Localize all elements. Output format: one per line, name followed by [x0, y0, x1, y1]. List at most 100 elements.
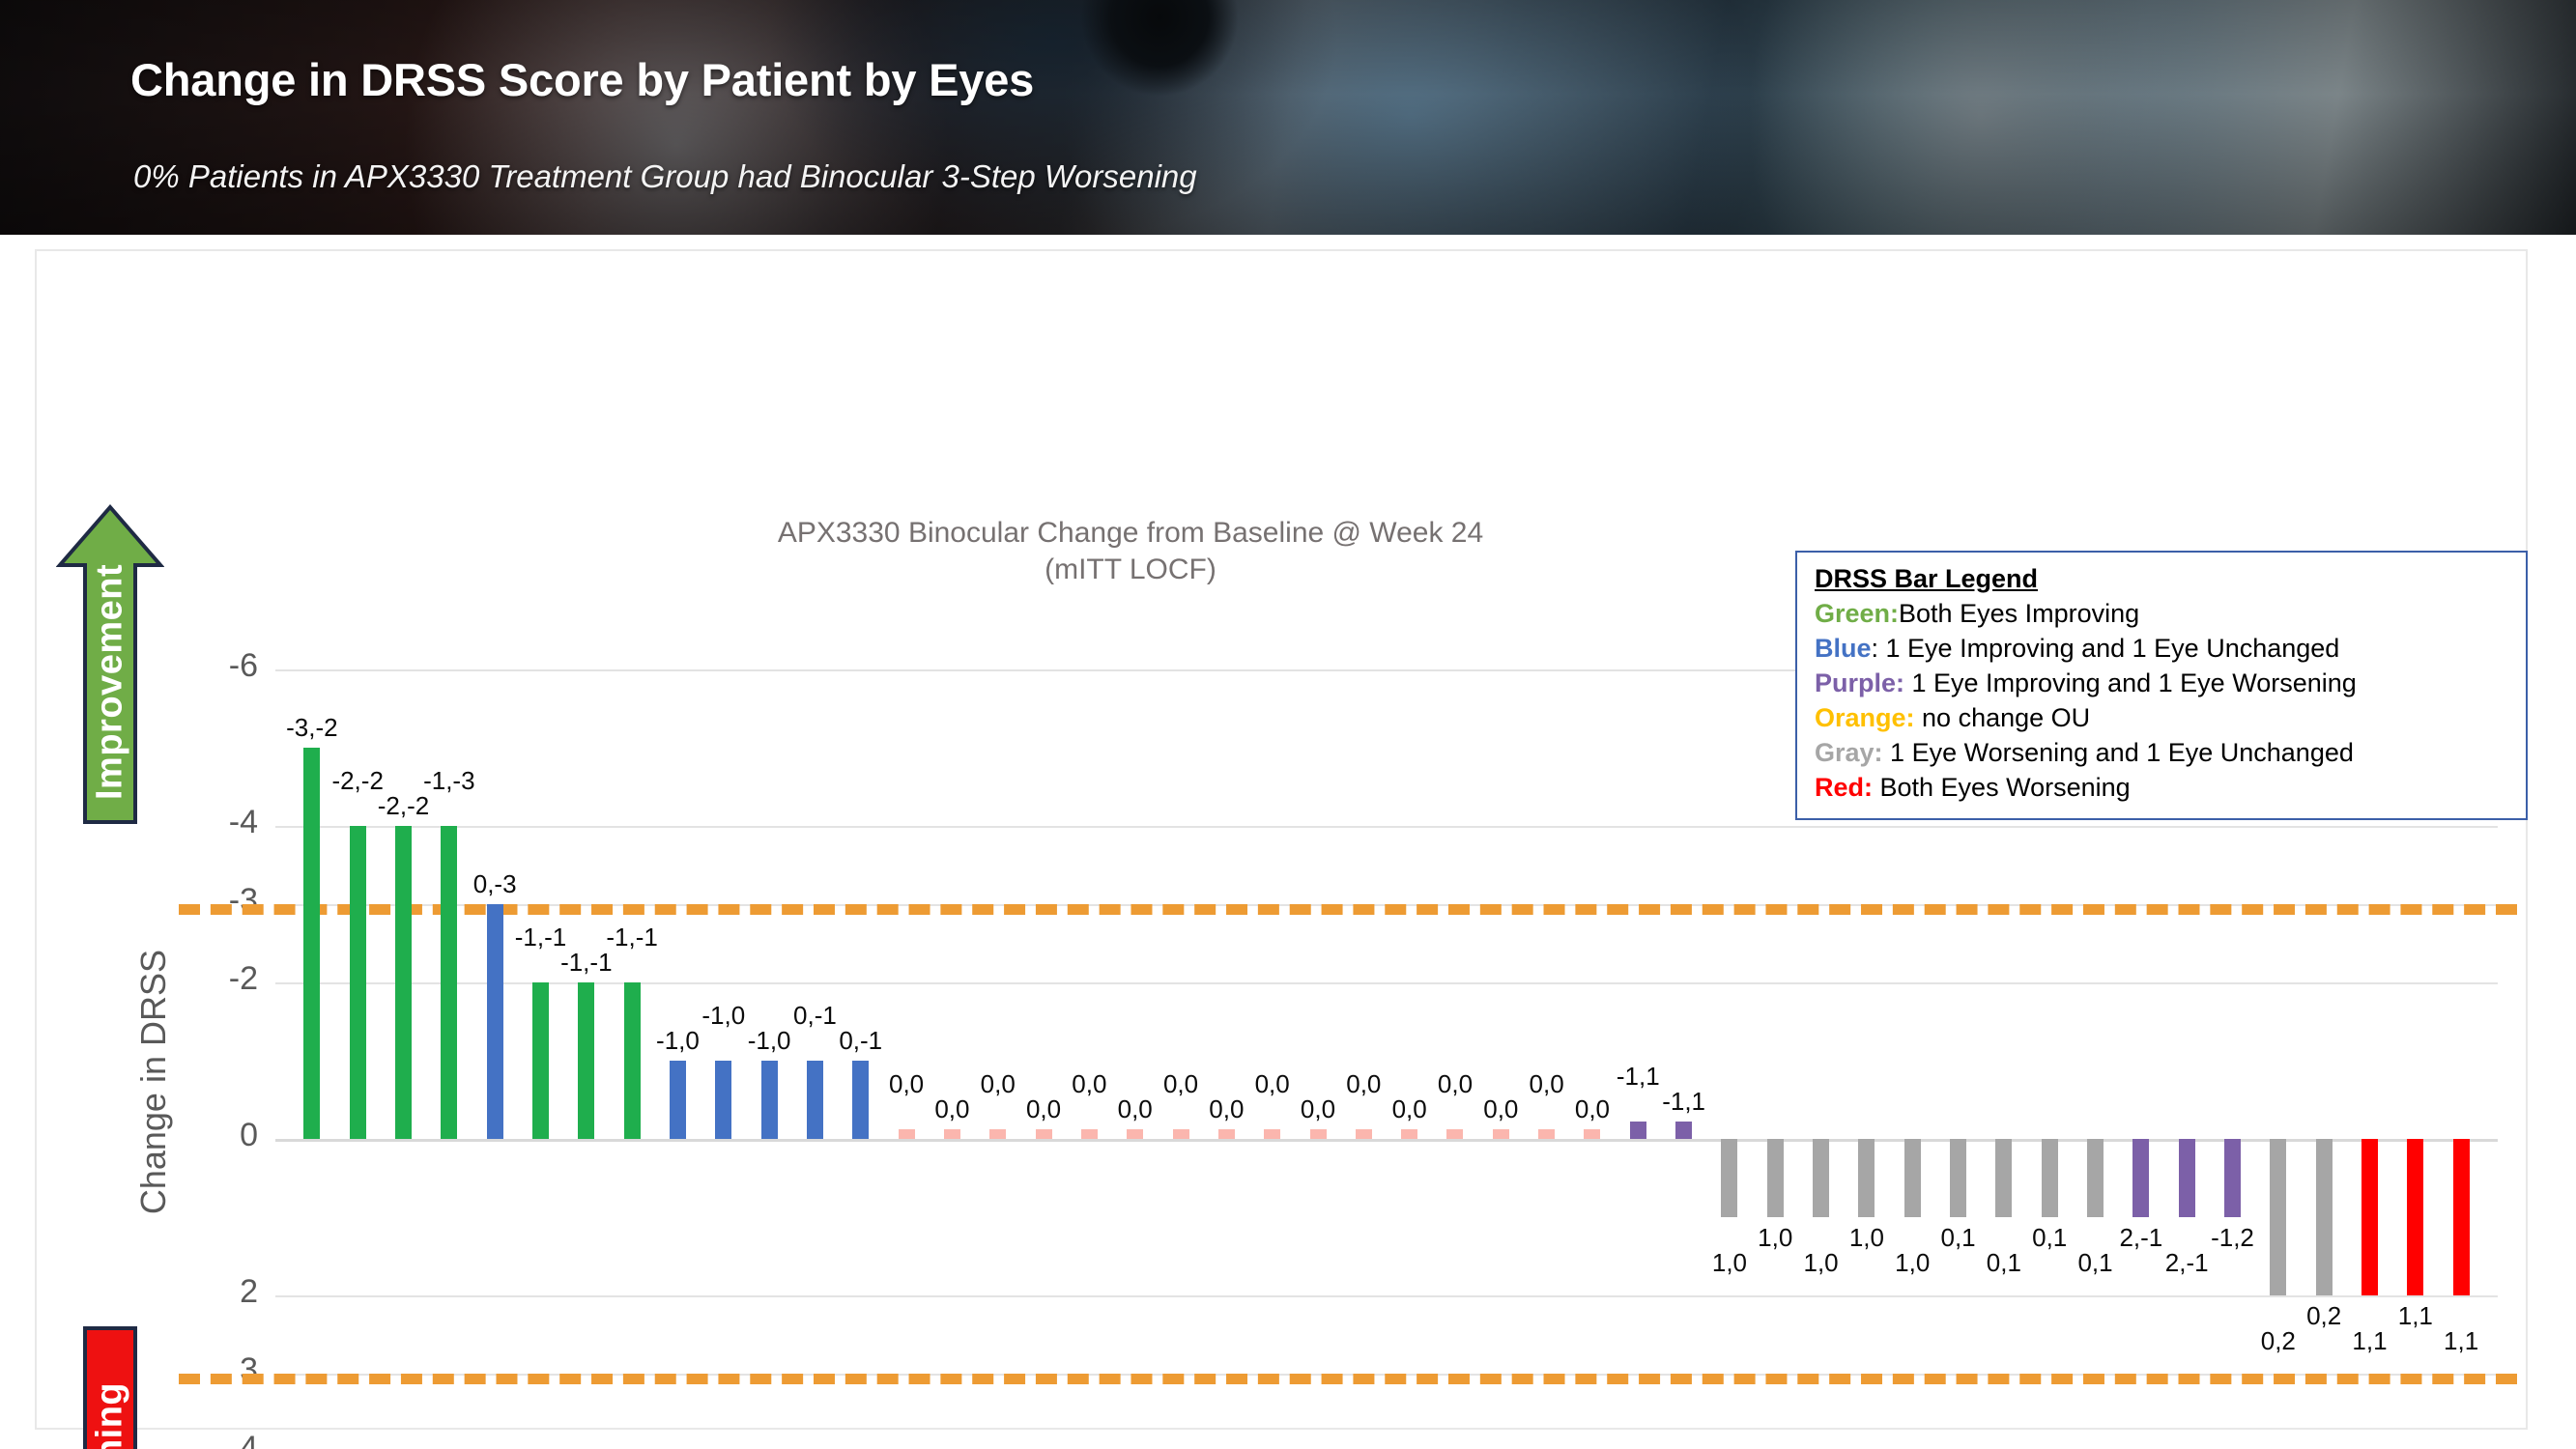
bar-value-label: -1,0	[747, 1026, 791, 1055]
chart-title-line2: (mITT LOCF)	[1045, 554, 1216, 586]
bar-value-label: 2,-1	[2164, 1248, 2209, 1277]
reference-line	[179, 904, 2517, 915]
chart-bar	[1721, 1139, 1738, 1217]
chart-bar	[2087, 1139, 2104, 1217]
bar-value-label: -1,-1	[560, 948, 613, 977]
chart-title: APX3330 Binocular Change from Baseline @…	[676, 515, 1585, 589]
chart-bar	[2224, 1139, 2241, 1217]
legend-title: DRSS Bar Legend	[1815, 564, 2039, 593]
chart-bar	[1264, 1129, 1281, 1139]
bar-value-label: 0,-1	[793, 1001, 837, 1030]
chart-bar	[1309, 1129, 1327, 1139]
bar-value-label: 0,-1	[839, 1026, 883, 1055]
slide-body: Improvement Worsening Change in DRSS APX…	[0, 235, 2576, 1449]
chart-bar	[2041, 1139, 2058, 1217]
chart-bar	[2315, 1139, 2333, 1295]
bar-value-label: -3,-2	[286, 713, 338, 742]
header-banner: Change in DRSS Score by Patient by Eyes …	[0, 0, 2576, 235]
bar-value-label: 1,1	[2352, 1326, 2388, 1355]
bar-value-label: 1,0	[1848, 1223, 1884, 1252]
chart-bar	[1584, 1129, 1601, 1139]
chart-bar	[2270, 1139, 2287, 1295]
bar-value-label: -1,0	[656, 1026, 700, 1055]
chart-bar	[852, 1061, 870, 1139]
bar-value-label: 2,-1	[2119, 1223, 2163, 1252]
bar-value-label: 0,0	[1254, 1069, 1290, 1099]
legend-color-key: Gray:	[1815, 737, 1883, 767]
page-subtitle: 0% Patients in APX3330 Treatment Group h…	[133, 158, 1197, 194]
chart-bar	[1401, 1129, 1418, 1139]
bar-value-label: 0,1	[1986, 1248, 2021, 1277]
chart-bar	[441, 826, 458, 1139]
chart-bar	[2407, 1139, 2424, 1295]
chart-bar	[303, 748, 321, 1139]
chart-bar	[2132, 1139, 2150, 1217]
y-axis-tick-label: 2	[240, 1273, 258, 1310]
chart-bar	[715, 1061, 732, 1139]
bar-value-label: 1,0	[1803, 1248, 1839, 1277]
chart-bar	[2361, 1139, 2378, 1295]
bar-value-label: 0,0	[1209, 1094, 1245, 1124]
bar-value-label: 0,0	[934, 1094, 970, 1124]
bar-value-label: 0,2	[2306, 1301, 2342, 1330]
bar-value-label: 1,0	[1758, 1223, 1793, 1252]
legend-row-text: 1 Eye Worsening and 1 Eye Unchanged	[1882, 737, 2354, 767]
reference-line	[179, 1374, 2517, 1384]
bar-value-label: 0,0	[889, 1069, 925, 1099]
chart-bar	[1217, 1129, 1235, 1139]
legend-color-key: Red:	[1815, 772, 1873, 802]
chart-bar	[486, 904, 503, 1139]
chart-bar	[1813, 1139, 1830, 1217]
drss-bar-legend: DRSS Bar Legend Green:Both Eyes Improvin…	[1795, 551, 2528, 821]
legend-color-key: Orange:	[1815, 702, 1915, 732]
legend-row: Purple: 1 Eye Improving and 1 Eye Worsen…	[1815, 667, 2510, 701]
gridline	[275, 826, 2498, 828]
y-axis-tick-label: 4	[240, 1430, 258, 1449]
chart-bar	[395, 826, 412, 1139]
chart-bar	[1446, 1129, 1464, 1139]
bar-value-label: 1,0	[1711, 1248, 1748, 1277]
chart-bar	[1080, 1129, 1098, 1139]
legend-color-key: Purple:	[1815, 668, 1905, 697]
chart-title-line1: APX3330 Binocular Change from Baseline @…	[777, 517, 1484, 549]
gridline	[275, 982, 2498, 984]
chart-bar	[669, 1061, 686, 1139]
bar-value-label: -2,-2	[331, 766, 384, 795]
bar-value-label: -1,2	[2211, 1223, 2254, 1252]
legend-row-text: Both Eyes Worsening	[1873, 772, 2131, 802]
chart-bar	[578, 982, 595, 1139]
bar-value-label: -1,1	[1662, 1087, 1706, 1117]
bar-value-label: 0,0	[1025, 1094, 1062, 1124]
chart-bar	[943, 1129, 960, 1139]
bar-value-label: -1,1	[1616, 1062, 1660, 1092]
chart-bar	[806, 1061, 823, 1139]
legend-row-text: no change OU	[1914, 702, 2091, 732]
gridline	[275, 1295, 2498, 1297]
bar-value-label: -1,0	[701, 1001, 746, 1030]
bar-value-label: 0,0	[1529, 1069, 1564, 1099]
chart-bar	[2178, 1139, 2195, 1217]
bar-value-label: 1,1	[2444, 1326, 2479, 1355]
bar-value-label: -1,-1	[514, 923, 567, 952]
chart-bar	[1903, 1139, 1921, 1217]
bar-value-label: 0,0	[1574, 1094, 1611, 1124]
y-axis-tick-label: -6	[228, 647, 258, 684]
legend-color-key: Blue	[1815, 633, 1872, 663]
page-title: Change in DRSS Score by Patient by Eyes	[130, 54, 1035, 105]
bar-value-label: -1,-1	[606, 923, 658, 952]
chart-bar	[989, 1129, 1007, 1139]
gridline	[275, 1139, 2498, 1142]
bar-value-label: -2,-2	[377, 791, 430, 820]
bar-value-label: 0,0	[1072, 1069, 1107, 1099]
legend-row: Orange: no change OU	[1815, 701, 2510, 736]
legend-row: Green:Both Eyes Improving	[1815, 597, 2510, 632]
chart-bar	[1629, 1122, 1646, 1139]
chart-bar	[1035, 1129, 1052, 1139]
bar-value-label: 0,-3	[472, 869, 517, 898]
legend-row: Gray: 1 Eye Worsening and 1 Eye Unchange…	[1815, 736, 2510, 771]
bar-value-label: 0,0	[1483, 1094, 1519, 1124]
chart-bar	[349, 826, 366, 1139]
chart-bar	[1538, 1129, 1556, 1139]
legend-row: Red: Both Eyes Worsening	[1815, 771, 2510, 806]
bar-value-label: 0,1	[2032, 1223, 2068, 1252]
